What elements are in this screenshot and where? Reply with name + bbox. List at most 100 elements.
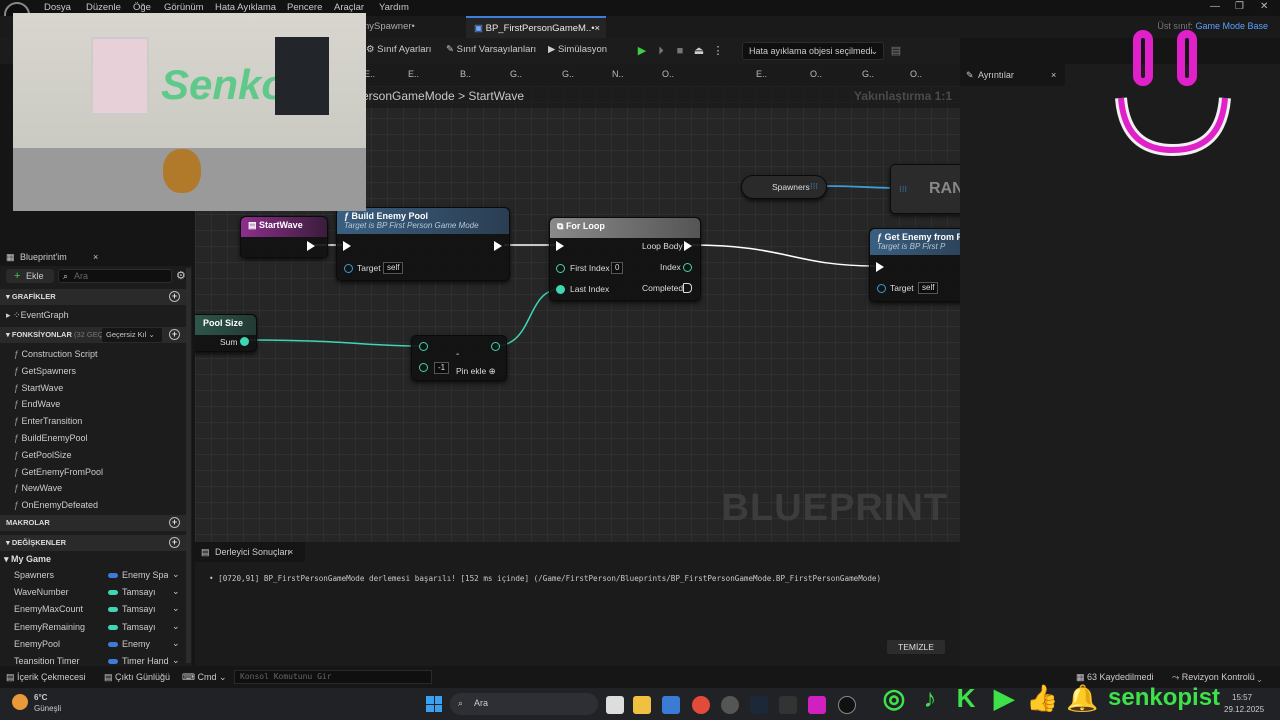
override-dropdown[interactable]: Geçersiz Kıl ⌄ <box>102 328 162 342</box>
completed-pin[interactable] <box>683 283 692 293</box>
function-shortcut-tab[interactable]: G.. <box>562 69 574 79</box>
function-item[interactable]: ƒ GetPoolSize <box>14 450 72 460</box>
node-random-array-item[interactable]: ⁝⁝⁝ RAN <box>890 164 960 214</box>
add-graph-icon[interactable]: + <box>169 291 180 302</box>
tab-enemy-spawner[interactable]: nySpawner• <box>356 16 423 38</box>
file-explorer-icon[interactable] <box>633 696 651 714</box>
function-item[interactable]: ƒ OnEnemyDefeated <box>14 500 98 510</box>
browse-icon[interactable]: ▤ <box>888 43 904 59</box>
variable-row[interactable]: Spawners Enemy Spaw ⌄ <box>0 568 186 584</box>
variable-row[interactable]: EnemyPool Enemy ⌄ <box>0 637 186 653</box>
add-button[interactable]: + Ekle <box>6 269 54 283</box>
github-icon[interactable] <box>721 696 739 714</box>
class-defaults-button[interactable]: ✎ Sınıf Varsayılanları <box>446 44 536 55</box>
revision-control-button[interactable]: ⤳ Revizyon Kontrolü ⌄ <box>1172 672 1262 683</box>
menu-tools[interactable]: Araçlar <box>334 2 364 13</box>
minimize-icon[interactable]: — <box>1210 1 1220 12</box>
variable-type[interactable]: Tamsayı <box>122 604 168 614</box>
menu-file[interactable]: Dosya <box>44 2 71 13</box>
clock-date[interactable]: 29.12.2025 <box>1224 705 1264 714</box>
step-icon[interactable]: ⏵ <box>653 43 669 59</box>
search-field[interactable]: ⌕ Ara <box>58 269 172 283</box>
exec-out-pin[interactable] <box>494 241 502 251</box>
target-pin[interactable] <box>344 264 353 273</box>
settings-gear-icon[interactable]: ⚙ <box>176 269 186 282</box>
target-value[interactable]: self <box>918 282 939 294</box>
compiler-tab[interactable]: ▤ Derleyici Sonuçları × <box>195 542 305 562</box>
section-variables[interactable]: ▾ DEĞİŞKENLER + <box>0 535 186 551</box>
function-shortcut-tab[interactable]: O.. <box>910 69 922 79</box>
menu-help[interactable]: Yardım <box>379 2 409 13</box>
simulation-button[interactable]: ▶ Simülasyon <box>548 44 607 55</box>
loop-body-pin[interactable] <box>684 241 692 251</box>
function-item[interactable]: ƒ StartWave <box>14 383 63 393</box>
cmd-dropdown[interactable]: ⌨ Cmd ⌄ <box>182 672 227 683</box>
variable-type[interactable]: Enemy <box>122 639 168 649</box>
unsaved-button[interactable]: ▦ 63 Kaydedilmedi <box>1076 672 1154 683</box>
panel-tab[interactable]: ▦ Blueprint'im × <box>0 248 192 266</box>
menu-window[interactable]: Pencere <box>287 2 322 13</box>
variable-type[interactable]: Enemy Spaw <box>122 570 168 580</box>
more-options-icon[interactable]: ⋮ <box>710 43 726 59</box>
node-spawners-getter[interactable]: Spawners ⁝⁝⁝ <box>741 175 827 199</box>
close-panel-icon[interactable]: × <box>93 252 98 262</box>
menu-debug[interactable]: Hata Ayıklama <box>215 2 276 13</box>
console-input[interactable]: Konsol Komutunu Gir <box>234 670 432 684</box>
b-pin[interactable] <box>419 363 428 372</box>
function-shortcut-tab[interactable]: G.. <box>862 69 874 79</box>
node-for-loop[interactable]: ⧉ For Loop First Index 0 Last Index Loop… <box>549 217 701 301</box>
index-pin[interactable] <box>683 263 692 272</box>
function-shortcut-tab[interactable]: E.. <box>408 69 419 79</box>
close-details-icon[interactable]: × <box>1051 70 1056 80</box>
chevron-down-icon[interactable]: ⌄ <box>172 621 180 632</box>
chevron-down-icon[interactable]: ⌄ <box>172 655 180 666</box>
weather-desc[interactable]: Güneşli <box>34 704 61 713</box>
exec-out-pin[interactable] <box>307 241 315 251</box>
details-tab[interactable]: ✎ Ayrıntılar × <box>960 64 1065 86</box>
taskbar-search[interactable]: ⌕ Ara <box>450 693 598 715</box>
close-window-icon[interactable]: ✕ <box>1260 1 1268 12</box>
target-value[interactable]: self <box>383 262 404 274</box>
variable-type[interactable]: Tamsayı <box>122 622 168 632</box>
a-pin[interactable] <box>419 342 428 351</box>
section-macros[interactable]: MAKROLAR + <box>0 515 186 531</box>
function-item[interactable]: ƒ NewWave <box>14 483 62 493</box>
chevron-down-icon[interactable]: ⌄ <box>172 603 180 614</box>
content-drawer-button[interactable]: ▤ İçerik Çekmecesi <box>6 672 86 683</box>
variable-row[interactable]: EnemyRemaining Tamsayı ⌄ <box>0 620 186 636</box>
function-item[interactable]: ƒ EndWave <box>14 399 60 409</box>
add-macro-icon[interactable]: + <box>169 517 180 528</box>
node-start-wave[interactable]: ▤ StartWave <box>240 216 328 258</box>
panel-scrollbar[interactable] <box>186 268 191 663</box>
node-pool-size[interactable]: Pool Size Sum <box>195 314 257 352</box>
function-shortcut-tab[interactable]: O.. <box>810 69 822 79</box>
windows-start-icon[interactable] <box>426 696 442 712</box>
add-variable-icon[interactable]: + <box>169 537 180 548</box>
event-graph-item[interactable]: ▸ ⁘EventGraph <box>6 310 69 321</box>
function-item[interactable]: ƒ GetSpawners <box>14 366 76 376</box>
first-index-pin[interactable] <box>556 264 565 273</box>
exec-in-pin[interactable] <box>876 262 884 272</box>
function-shortcut-tab[interactable]: B.. <box>460 69 471 79</box>
unreal-engine-icon[interactable] <box>838 696 856 714</box>
variable-type[interactable]: Timer Hand <box>122 656 168 666</box>
add-function-icon[interactable]: + <box>169 329 180 340</box>
node-get-enemy-from-pool[interactable]: ƒ Get Enemy from F Target is BP First P T… <box>869 228 960 302</box>
target-pin[interactable] <box>877 284 886 293</box>
function-item[interactable]: ƒ GetEnemyFromPool <box>14 467 103 477</box>
exec-in-pin[interactable] <box>556 241 564 251</box>
add-pin-button[interactable]: Pin ekle ⊕ <box>456 366 496 377</box>
chevron-down-icon[interactable]: ⌄ <box>172 586 180 597</box>
weather-temp[interactable]: 6°C <box>34 693 47 702</box>
tab-bp-first-person-game-mode[interactable]: ▣ BP_FirstPersonGameM..• × <box>466 16 606 38</box>
obs-icon[interactable] <box>808 696 826 714</box>
menu-view[interactable]: Görünüm <box>164 2 204 13</box>
restore-icon[interactable]: ❐ <box>1235 1 1244 12</box>
variable-category[interactable]: ▾ My Game <box>4 554 51 565</box>
function-shortcut-tab[interactable]: O.. <box>662 69 674 79</box>
menu-edit[interactable]: Düzenle <box>86 2 121 13</box>
function-item[interactable]: ƒ Construction Script <box>14 349 98 359</box>
exec-in-pin[interactable] <box>343 241 351 251</box>
clear-button[interactable]: TEMİZLE <box>887 640 945 654</box>
close-tab-icon[interactable]: × <box>288 547 293 557</box>
